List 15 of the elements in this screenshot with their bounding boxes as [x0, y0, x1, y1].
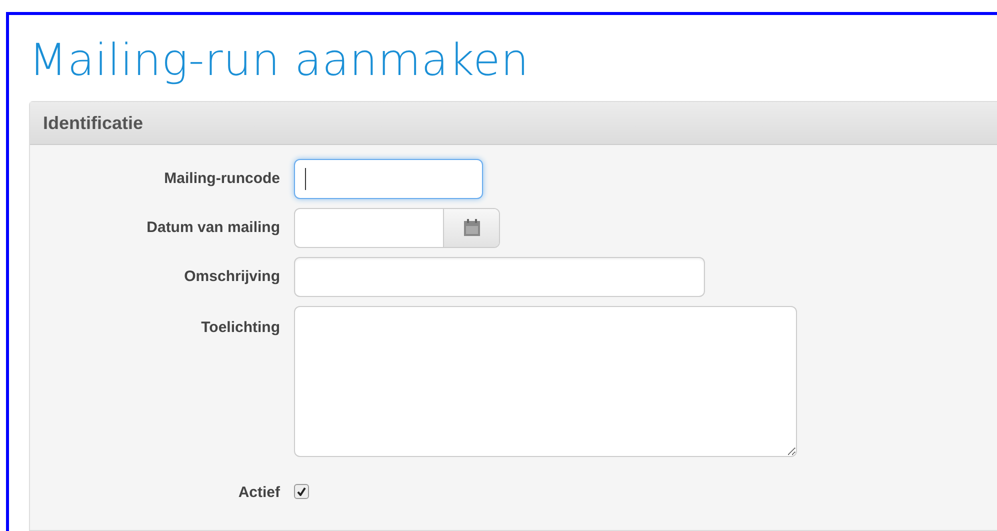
date-field[interactable] — [294, 208, 500, 248]
field-label: Omschrijving — [183, 267, 280, 285]
panel-title: Identificatie — [43, 112, 144, 134]
field-label: Datum van mailing — [146, 218, 280, 236]
calendar-button[interactable] — [443, 209, 499, 247]
text-cursor — [305, 168, 306, 190]
checkbox[interactable] — [294, 484, 309, 499]
input-field[interactable] — [294, 257, 705, 297]
field-label: Actief — [237, 483, 280, 501]
field-label: Toelichting — [200, 318, 280, 336]
page-title: Mailing-run aanmaken — [29, 34, 530, 88]
calendar-icon — [462, 219, 480, 237]
input-field[interactable] — [294, 159, 483, 199]
field-label: Mailing-runcode — [163, 169, 280, 187]
check-icon — [297, 487, 306, 496]
